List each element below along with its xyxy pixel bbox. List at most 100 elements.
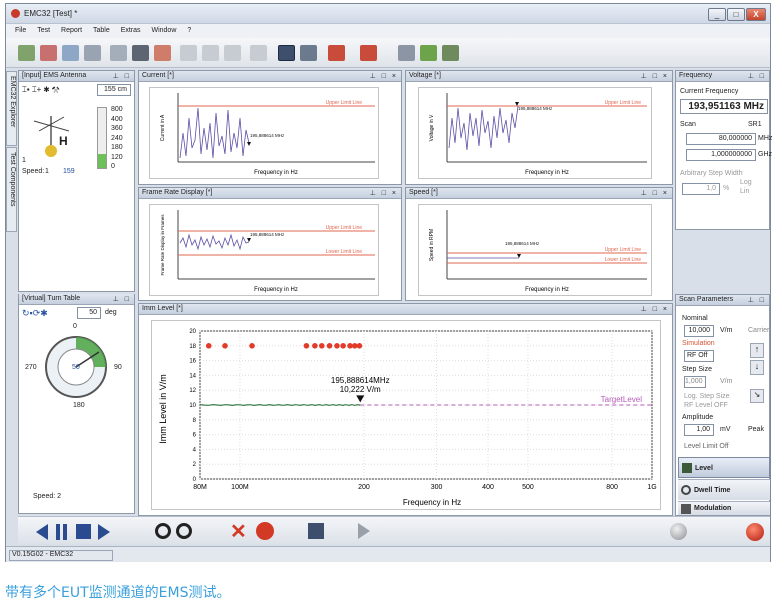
antenna-pane-header: [Input] EMS Antenna ⊥ □	[19, 71, 134, 82]
current-pane-title: Current [*]	[142, 72, 174, 79]
document-icon[interactable]	[84, 45, 101, 61]
graph-icon[interactable]	[40, 45, 57, 61]
test-stop-icon[interactable]	[360, 45, 377, 61]
database-3-icon[interactable]	[224, 45, 241, 61]
antenna-pane: [Input] EMS Antenna ⊥ □ ⌶▪ ⌶+ ✱ ⚒ 155 cm …	[18, 70, 135, 292]
svg-text:Upper Limit Line: Upper Limit Line	[326, 100, 363, 106]
continue-icon[interactable]	[358, 523, 370, 539]
turntable-toolbar-icons[interactable]: ↻▪⟳✱	[22, 308, 48, 319]
speed-marker: 195,888614 MHz	[505, 241, 540, 246]
pane-controls-icon[interactable]: ⊥ □	[113, 295, 131, 303]
print-preview-icon[interactable]	[154, 45, 171, 61]
arbitrary-step-checkbox[interactable]: Arbitrary Step Width	[680, 170, 743, 177]
nav-modulation-button[interactable]: Modulation	[678, 501, 770, 515]
close-button[interactable]: X	[746, 8, 766, 21]
stop-frequency-field[interactable]: 1,000000000	[686, 149, 756, 161]
pane-controls-icon[interactable]: ⊥ □ ×	[641, 72, 669, 80]
failure-point	[312, 343, 318, 349]
tab-emc32-explorer[interactable]: EMC32 Explorer	[6, 71, 17, 146]
print-icon[interactable]	[132, 45, 149, 61]
svg-text:Current in A: Current in A	[160, 114, 166, 141]
antenna-icon[interactable]	[442, 45, 459, 61]
test-run-icon[interactable]	[328, 45, 345, 61]
next-icon[interactable]	[98, 524, 110, 540]
start-frequency-field[interactable]: 80,000000	[686, 133, 756, 145]
pane-controls-icon[interactable]: ⊥ □ ×	[370, 72, 398, 80]
speed-pane: Speed [*] ⊥ □ × Upper Limit Line Lower Li…	[405, 187, 673, 301]
step-size-field[interactable]: 1,000	[684, 376, 706, 388]
pane-controls-icon[interactable]: ⊥ □ ×	[641, 189, 669, 197]
check-icon[interactable]	[420, 45, 437, 61]
antenna-height-field[interactable]: 155 cm	[97, 84, 131, 96]
menu-extras[interactable]: Extras	[121, 24, 141, 38]
pane-controls-icon[interactable]: ⊥ □	[748, 296, 766, 304]
rotate-ccw-icon[interactable]	[155, 523, 171, 539]
emergency-stop-icon[interactable]	[256, 522, 274, 540]
step-apply-icon[interactable]: ↘	[750, 389, 764, 403]
pane-controls-icon[interactable]: ⊥ □	[748, 72, 766, 80]
speed-value: 1	[45, 168, 49, 175]
height-slider[interactable]	[97, 107, 107, 169]
svg-text:Voltage in V: Voltage in V	[429, 114, 435, 141]
nav-modulation-label: Modulation	[694, 505, 732, 512]
maximize-button[interactable]: □	[727, 8, 745, 21]
decrease-level-icon[interactable]: ↓	[750, 360, 764, 375]
database-icon[interactable]	[180, 45, 197, 61]
previous-icon[interactable]	[36, 524, 48, 540]
framerate-pane: Frame Rate Display [*] ⊥ □ × Upper Limit …	[138, 187, 402, 301]
device-active-icon[interactable]	[278, 45, 295, 61]
log-radio[interactable]: Log	[740, 179, 752, 186]
rf-off-checkbox[interactable]: RF Level OFF	[684, 402, 728, 409]
increase-level-icon[interactable]: ↑	[750, 343, 764, 358]
nominal-field[interactable]: 10,000	[684, 325, 714, 337]
pane-controls-icon[interactable]: ⊥ □	[113, 72, 131, 80]
level-limit-checkbox[interactable]: Level Limit Off	[684, 443, 729, 450]
tools-icon[interactable]	[398, 45, 415, 61]
nav-level-button[interactable]: Level	[678, 457, 770, 478]
log-step-checkbox[interactable]: Log. Step Size	[684, 393, 730, 400]
angle-field[interactable]: 50	[77, 307, 101, 319]
imm-y-tick-label: 20	[189, 329, 196, 335]
menu-table[interactable]: Table	[93, 24, 110, 38]
menu-file[interactable]: File	[15, 24, 26, 38]
tab-test-components[interactable]: Test Components	[6, 147, 17, 232]
menu-window[interactable]: Window	[151, 24, 176, 38]
amplitude-field[interactable]: 1,00	[684, 424, 714, 436]
imm-y-tick-label: 0	[193, 477, 197, 483]
imm-level-pane: Imm Level [*] ⊥ □ × 80M 100M 200 300 400 500 80…	[138, 303, 673, 516]
minimize-button[interactable]: _	[708, 8, 726, 21]
database-4-icon[interactable]	[250, 45, 267, 61]
menu-help[interactable]: ?	[187, 24, 191, 38]
failure-point	[318, 343, 325, 349]
pause-icon[interactable]	[56, 524, 60, 540]
device-icon[interactable]	[308, 523, 324, 539]
database-2-icon[interactable]	[202, 45, 219, 61]
current-chart: Upper Limit Line 195,888614 MHz Current …	[149, 87, 379, 179]
export-icon[interactable]	[110, 45, 127, 61]
imm-y-tick-label: 8	[193, 418, 197, 424]
dial-center-value: 50	[72, 364, 80, 371]
amplitude-unit: mV	[720, 426, 731, 433]
report-icon[interactable]	[62, 45, 79, 61]
menu-test[interactable]: Test	[37, 24, 50, 38]
svg-text:Upper Limit Line: Upper Limit Line	[605, 100, 642, 106]
abort-icon[interactable]: ✕	[230, 519, 247, 544]
level-icon	[682, 463, 692, 473]
pane-controls-icon[interactable]: ⊥ □ ×	[370, 189, 398, 197]
speed-label: Speed:	[22, 168, 45, 175]
device-info-icon[interactable]	[300, 45, 317, 61]
imm-marker-frequency: 195,888614MHz	[331, 376, 390, 385]
turntable-pane: [Virtual] Turn Table ⊥ □ ↻▪⟳✱ 50 deg 0 27…	[18, 294, 135, 514]
nav-dwell-time-button[interactable]: Dwell Time	[678, 479, 770, 500]
imm-pane-title: Imm Level [*]	[142, 305, 183, 312]
step-field[interactable]: 1,0	[682, 183, 720, 195]
new-test-icon[interactable]	[18, 45, 35, 61]
imm-x-tick-label: 1G	[647, 484, 656, 491]
lin-radio[interactable]: Lin	[740, 188, 749, 195]
stop-icon[interactable]	[76, 524, 91, 539]
pane-controls-icon[interactable]: ⊥ □ ×	[641, 305, 669, 313]
rotate-cw-icon[interactable]	[176, 523, 192, 539]
menu-report[interactable]: Report	[61, 24, 82, 38]
simulation-select[interactable]: RF Off	[684, 350, 714, 362]
antenna-toolbar-icons[interactable]: ⌶▪ ⌶+ ✱ ⚒	[22, 85, 59, 95]
